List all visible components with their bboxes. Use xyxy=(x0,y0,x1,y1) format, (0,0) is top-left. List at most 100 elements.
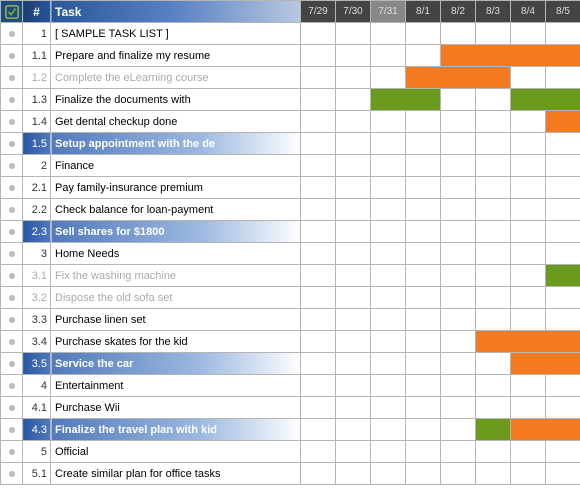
date-cell[interactable] xyxy=(441,441,476,463)
check-cell[interactable] xyxy=(1,199,23,221)
date-cell[interactable] xyxy=(371,199,406,221)
check-cell[interactable] xyxy=(1,265,23,287)
date-cell[interactable] xyxy=(406,441,441,463)
date-cell[interactable] xyxy=(476,265,511,287)
col-num-header[interactable]: # xyxy=(23,1,51,23)
date-cell[interactable] xyxy=(371,441,406,463)
check-cell[interactable] xyxy=(1,67,23,89)
date-cell[interactable] xyxy=(441,375,476,397)
check-cell[interactable] xyxy=(1,331,23,353)
date-cell[interactable] xyxy=(441,133,476,155)
num-cell[interactable]: 3.2 xyxy=(23,287,51,309)
date-cell[interactable] xyxy=(441,177,476,199)
task-cell[interactable]: Setup appointment with the de xyxy=(51,133,301,155)
table-row[interactable]: 2.1Pay family-insurance premium xyxy=(1,177,580,199)
date-cell[interactable] xyxy=(546,309,580,331)
num-cell[interactable]: 1 xyxy=(23,23,51,45)
table-row[interactable]: 4Entertainment xyxy=(1,375,580,397)
date-cell[interactable] xyxy=(406,419,441,441)
date-cell[interactable] xyxy=(371,353,406,375)
date-cell[interactable] xyxy=(406,309,441,331)
check-cell[interactable] xyxy=(1,23,23,45)
table-row[interactable]: 2Finance xyxy=(1,155,580,177)
check-cell[interactable] xyxy=(1,287,23,309)
date-cell[interactable] xyxy=(336,331,371,353)
num-cell[interactable]: 2.1 xyxy=(23,177,51,199)
gantt-bar[interactable] xyxy=(511,353,580,375)
date-cell[interactable] xyxy=(546,23,580,45)
check-cell[interactable] xyxy=(1,89,23,111)
num-cell[interactable]: 2 xyxy=(23,155,51,177)
date-cell[interactable] xyxy=(371,243,406,265)
date-cell[interactable] xyxy=(476,375,511,397)
date-cell[interactable] xyxy=(511,133,546,155)
date-cell[interactable] xyxy=(441,287,476,309)
table-row[interactable]: 2.2Check balance for loan-payment xyxy=(1,199,580,221)
task-cell[interactable]: Create similar plan for office tasks xyxy=(51,463,301,485)
check-cell[interactable] xyxy=(1,133,23,155)
date-cell[interactable] xyxy=(371,133,406,155)
date-cell[interactable] xyxy=(476,221,511,243)
date-cell[interactable] xyxy=(511,177,546,199)
task-cell[interactable]: Complete the eLearning course xyxy=(51,67,301,89)
date-cell[interactable] xyxy=(441,89,476,111)
date-cell[interactable] xyxy=(441,111,476,133)
date-cell[interactable] xyxy=(371,23,406,45)
check-cell[interactable] xyxy=(1,309,23,331)
check-cell[interactable] xyxy=(1,243,23,265)
col-date-header[interactable]: 8/3 xyxy=(476,1,511,23)
date-cell[interactable] xyxy=(336,45,371,67)
task-cell[interactable]: Dispose the old sofa set xyxy=(51,287,301,309)
date-cell[interactable] xyxy=(406,23,441,45)
date-cell[interactable] xyxy=(301,287,336,309)
table-row[interactable]: 2.3Sell shares for $1800 xyxy=(1,221,580,243)
date-cell[interactable] xyxy=(301,177,336,199)
num-cell[interactable]: 3.3 xyxy=(23,309,51,331)
num-cell[interactable]: 1.5 xyxy=(23,133,51,155)
date-cell[interactable] xyxy=(511,309,546,331)
gantt-bar[interactable] xyxy=(441,45,580,67)
date-cell[interactable] xyxy=(511,463,546,485)
date-cell[interactable] xyxy=(301,133,336,155)
date-cell[interactable] xyxy=(511,243,546,265)
col-date-header[interactable]: 7/30 xyxy=(336,1,371,23)
task-cell[interactable]: Entertainment xyxy=(51,375,301,397)
date-cell[interactable] xyxy=(546,463,580,485)
date-cell[interactable] xyxy=(406,243,441,265)
date-cell[interactable] xyxy=(476,463,511,485)
check-cell[interactable] xyxy=(1,221,23,243)
num-cell[interactable]: 3.5 xyxy=(23,353,51,375)
date-cell[interactable] xyxy=(546,155,580,177)
gantt-bar[interactable] xyxy=(546,111,580,133)
gantt-bar[interactable] xyxy=(476,419,511,441)
task-cell[interactable]: Finalize the documents with xyxy=(51,89,301,111)
date-cell[interactable] xyxy=(301,23,336,45)
date-cell[interactable] xyxy=(511,111,546,133)
date-cell[interactable] xyxy=(441,155,476,177)
date-cell[interactable] xyxy=(336,287,371,309)
date-cell[interactable] xyxy=(441,463,476,485)
date-cell[interactable] xyxy=(336,133,371,155)
check-cell[interactable] xyxy=(1,353,23,375)
date-cell[interactable] xyxy=(336,155,371,177)
date-cell[interactable] xyxy=(371,45,406,67)
date-cell[interactable] xyxy=(406,111,441,133)
date-cell[interactable] xyxy=(476,441,511,463)
date-cell[interactable] xyxy=(511,375,546,397)
num-cell[interactable]: 1.3 xyxy=(23,89,51,111)
col-date-header[interactable]: 8/4 xyxy=(511,1,546,23)
date-cell[interactable] xyxy=(441,331,476,353)
check-cell[interactable] xyxy=(1,155,23,177)
date-cell[interactable] xyxy=(511,155,546,177)
date-cell[interactable] xyxy=(511,441,546,463)
date-cell[interactable] xyxy=(371,419,406,441)
num-cell[interactable]: 1.2 xyxy=(23,67,51,89)
date-cell[interactable] xyxy=(441,199,476,221)
date-cell[interactable] xyxy=(476,309,511,331)
col-date-header[interactable]: 7/29 xyxy=(301,1,336,23)
date-cell[interactable] xyxy=(441,243,476,265)
date-cell[interactable] xyxy=(336,397,371,419)
date-cell[interactable] xyxy=(511,221,546,243)
task-cell[interactable]: Purchase skates for the kid xyxy=(51,331,301,353)
col-task-header[interactable]: Task xyxy=(51,1,301,23)
